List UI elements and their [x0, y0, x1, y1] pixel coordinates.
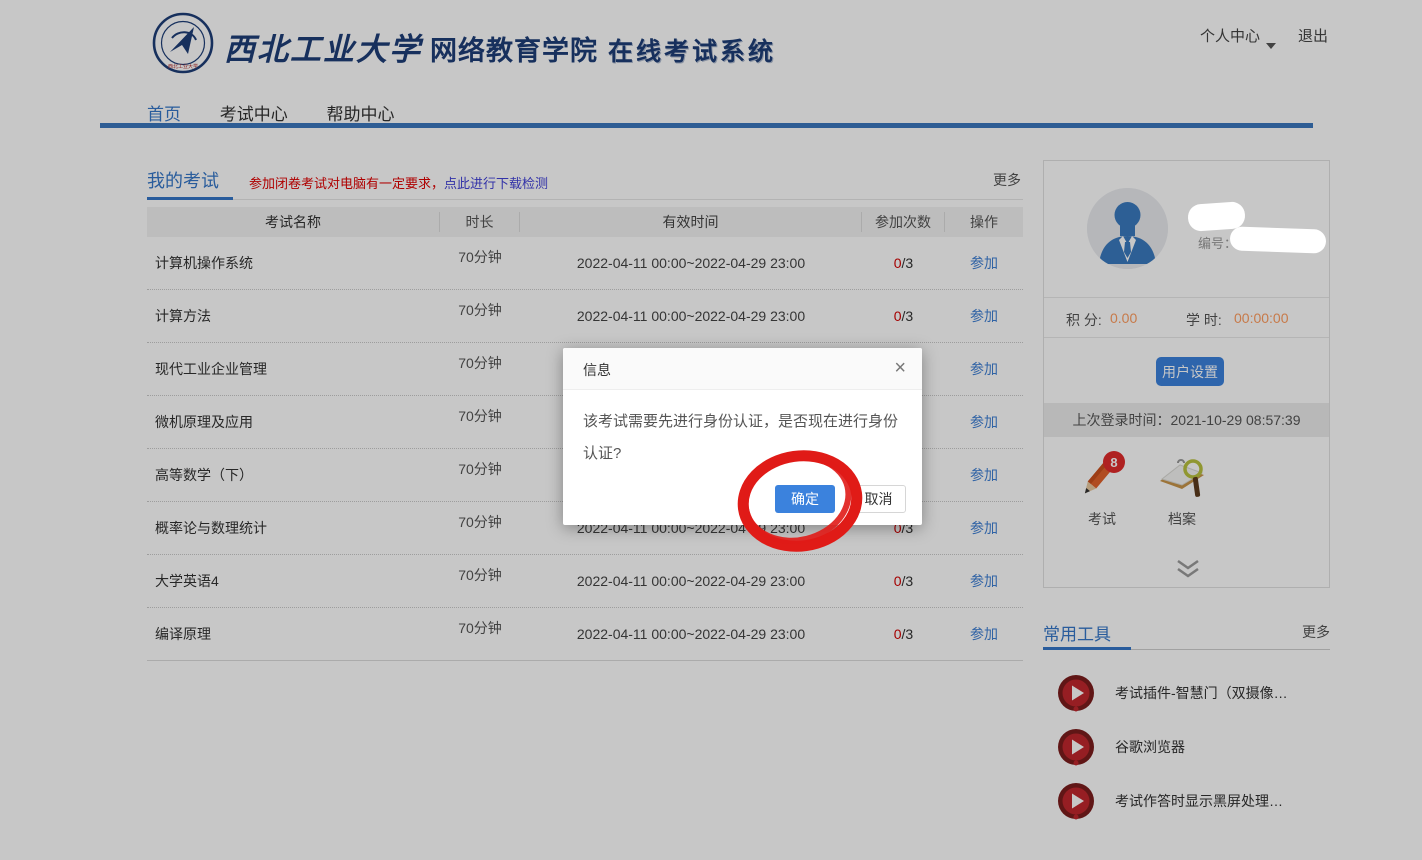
dialog-message: 该考试需要先进行身份认证，是否现在进行身份认证?: [583, 406, 907, 470]
close-icon[interactable]: ×: [894, 357, 906, 379]
confirm-button[interactable]: 确定: [775, 485, 835, 513]
dialog-header: 信息 ×: [563, 348, 922, 390]
info-dialog: 信息 × 该考试需要先进行身份认证，是否现在进行身份认证? 确定 取消: [563, 348, 922, 525]
dialog-title: 信息: [583, 360, 611, 380]
page: { "header": { "university": "西北工业大学", "c…: [0, 0, 1422, 860]
cancel-button[interactable]: 取消: [851, 485, 906, 513]
